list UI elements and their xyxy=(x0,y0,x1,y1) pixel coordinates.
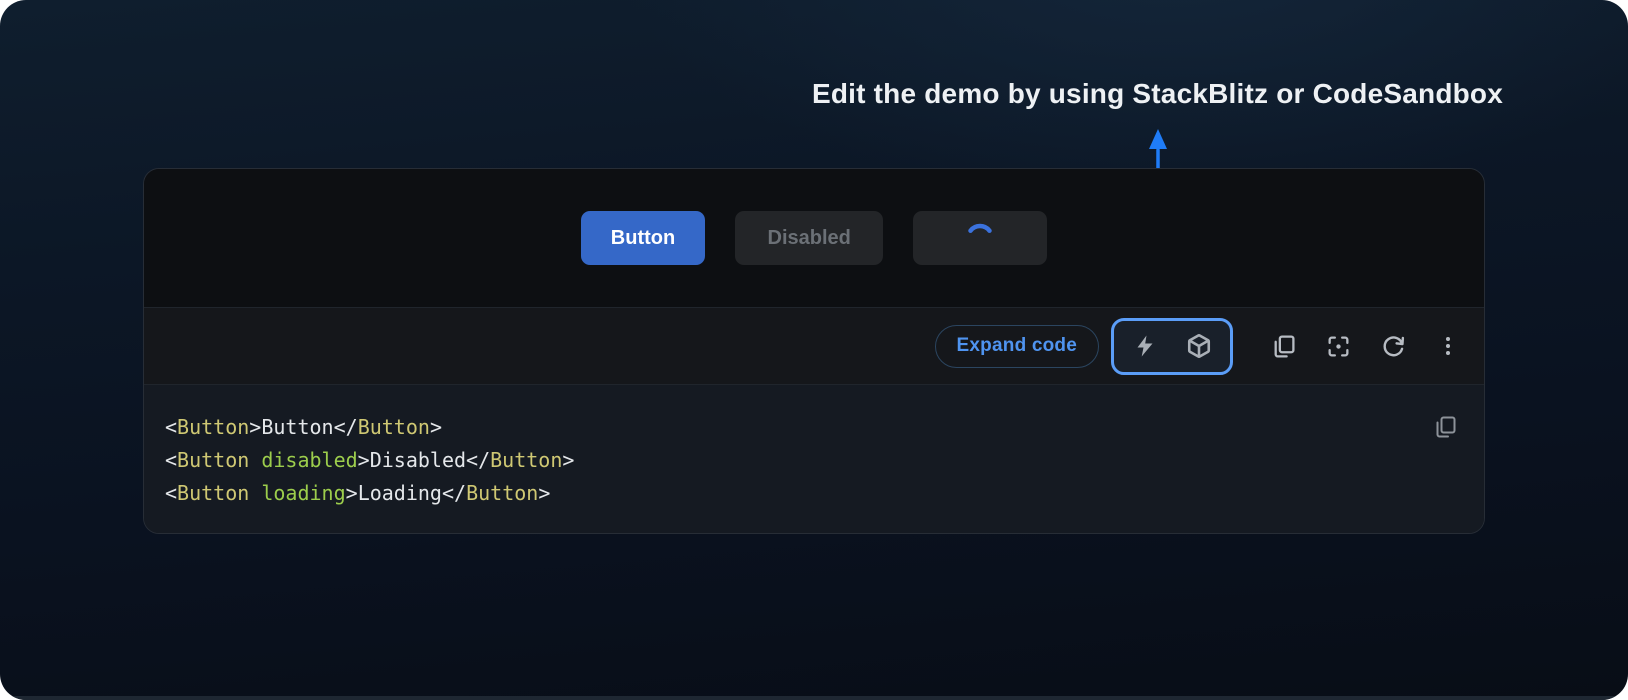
refresh-button[interactable] xyxy=(1380,333,1406,359)
copy-icon xyxy=(1271,334,1296,359)
window-bottom-edge xyxy=(0,696,1628,700)
demo-button-disabled: Disabled xyxy=(735,211,883,265)
expand-code-label: Expand code xyxy=(957,335,1077,357)
demo-button-primary[interactable]: Button xyxy=(581,211,705,265)
code-block: <Button>Button</Button><Button disabled>… xyxy=(144,385,1484,533)
demo-button-primary-label: Button xyxy=(611,227,675,250)
isolate-icon xyxy=(1326,334,1351,359)
copy-icon xyxy=(1433,415,1457,439)
edit-demo-icon-group xyxy=(1111,318,1233,375)
copy-demo-button[interactable] xyxy=(1270,333,1296,359)
codesandbox-button[interactable] xyxy=(1186,333,1212,359)
code-line: <Button loading>Loading</Button> xyxy=(165,477,1414,510)
demo-button-loading[interactable] xyxy=(913,211,1047,265)
stackblitz-bolt-icon xyxy=(1133,334,1157,358)
refresh-icon xyxy=(1381,334,1406,359)
stackblitz-button[interactable] xyxy=(1132,333,1158,359)
copy-code-button[interactable] xyxy=(1433,415,1457,439)
demo-preview-area: Button Disabled xyxy=(144,169,1484,307)
isolate-button[interactable] xyxy=(1325,333,1351,359)
annotation-heading: Edit the demo by using StackBlitz or Cod… xyxy=(812,78,1503,110)
loading-spinner-icon xyxy=(965,223,995,253)
expand-code-button[interactable]: Expand code xyxy=(935,325,1099,368)
code-line: <Button disabled>Disabled</Button> xyxy=(165,444,1414,477)
more-button[interactable] xyxy=(1435,333,1461,359)
demo-toolbar: Expand code xyxy=(144,307,1484,385)
codesandbox-cube-icon xyxy=(1186,333,1212,359)
demo-button-disabled-label: Disabled xyxy=(768,227,851,250)
code-content: <Button>Button</Button><Button disabled>… xyxy=(165,411,1414,510)
code-line: <Button>Button</Button> xyxy=(165,411,1414,444)
page-background: Edit the demo by using StackBlitz or Cod… xyxy=(0,0,1628,700)
demo-card: Button Disabled Expand code xyxy=(143,168,1485,534)
more-vertical-icon xyxy=(1436,334,1460,358)
